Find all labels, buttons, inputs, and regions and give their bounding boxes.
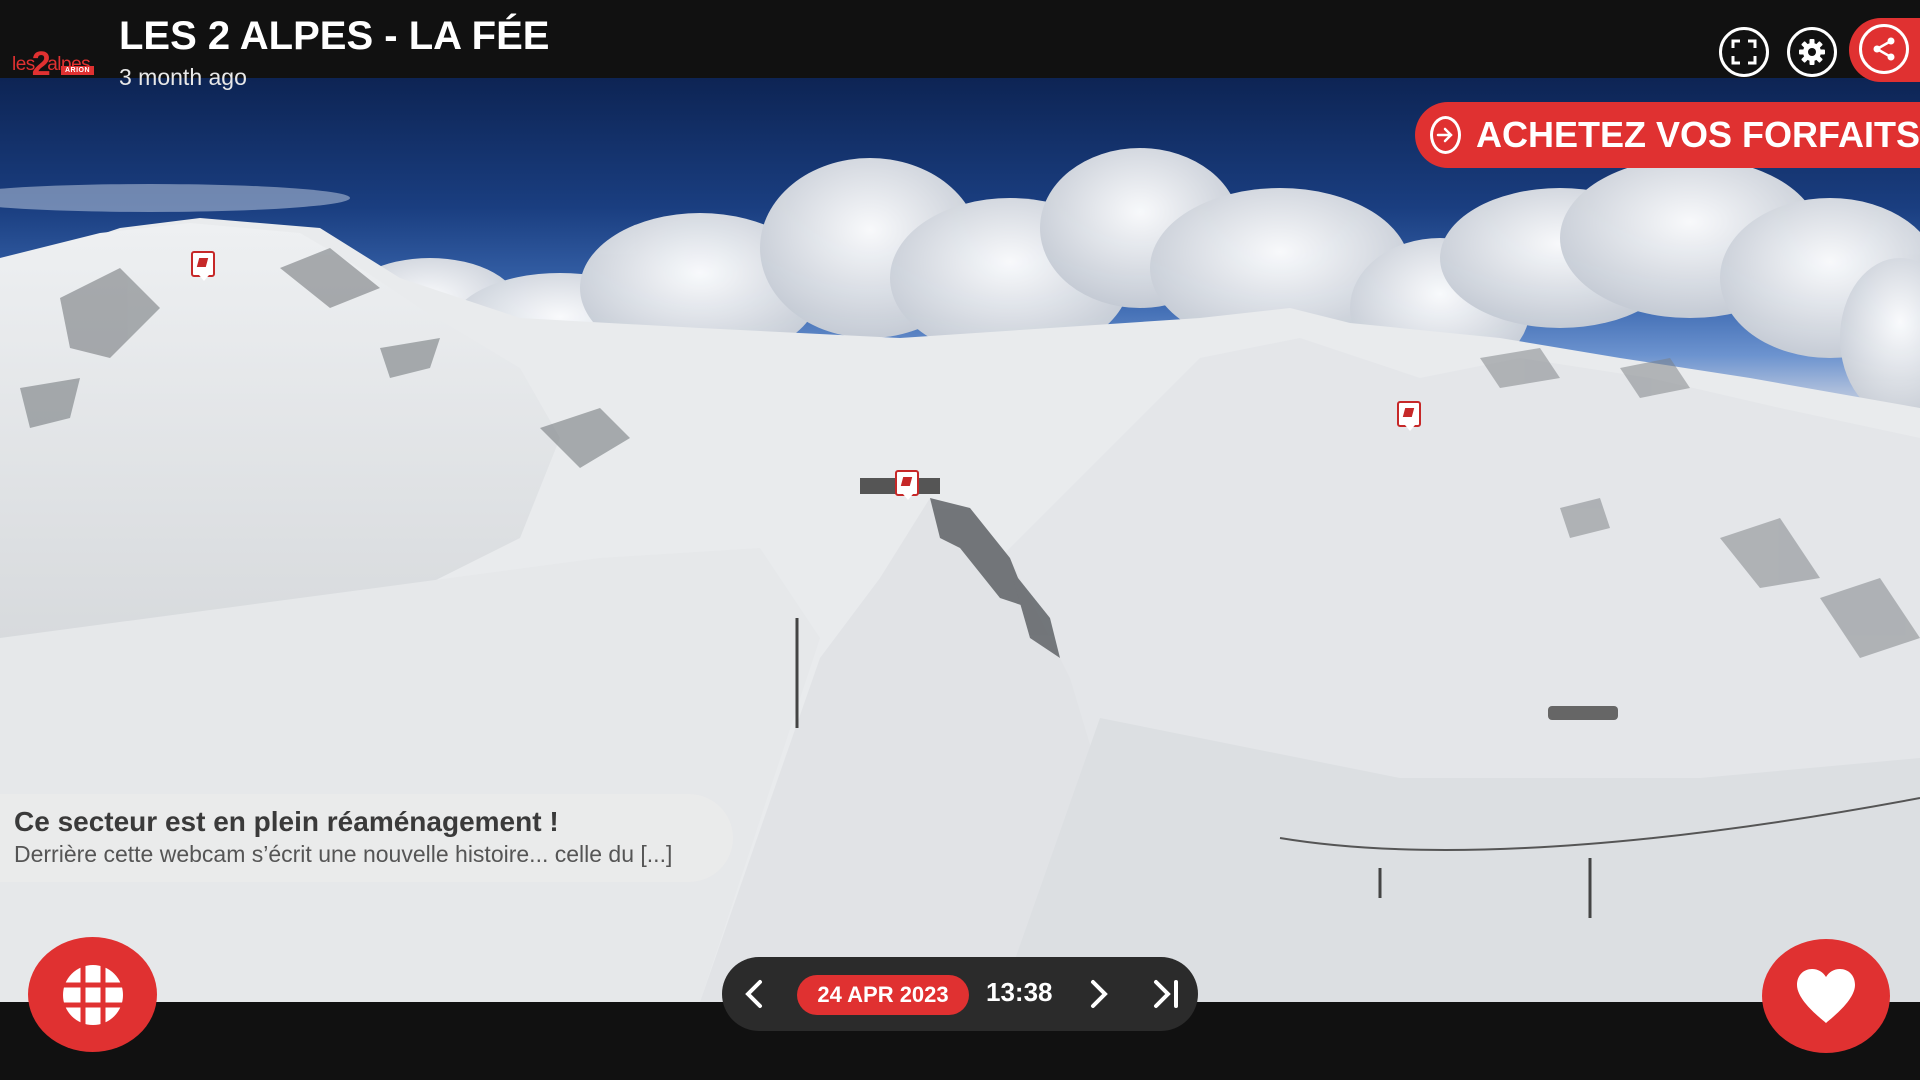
les2alpes-logo[interactable]: les2alpes ARION bbox=[12, 40, 95, 83]
chevron-left-icon bbox=[745, 980, 762, 1008]
latest-button[interactable] bbox=[1142, 970, 1190, 1018]
share-icon bbox=[1873, 37, 1895, 61]
page-title: LES 2 ALPES - LA FÉE bbox=[119, 14, 550, 58]
buy-ski-pass-button[interactable]: ACHETEZ VOS FORFAITS bbox=[1415, 102, 1920, 168]
top-bar: les2alpes ARION LES 2 ALPES - LA FÉE 3 m… bbox=[0, 0, 1920, 90]
time-label[interactable]: 13:38 bbox=[986, 977, 1053, 1008]
heart-icon bbox=[1797, 969, 1855, 1023]
next-button[interactable] bbox=[1075, 970, 1123, 1018]
skip-to-latest-icon bbox=[1154, 980, 1178, 1008]
chevron-right-icon bbox=[1091, 980, 1108, 1008]
info-text: Derrière cette webcam s’écrit une nouvel… bbox=[14, 841, 673, 867]
cta-label: ACHETEZ VOS FORFAITS bbox=[1475, 114, 1920, 155]
webcam-marker[interactable] bbox=[1397, 401, 1421, 431]
share-button[interactable] bbox=[1849, 18, 1920, 82]
info-card[interactable]: Ce secteur est en plein réaménagement ! … bbox=[0, 794, 733, 882]
settings-button[interactable] bbox=[1787, 27, 1837, 77]
arrow-right-circle-icon bbox=[1437, 127, 1454, 143]
time-ago-label: 3 month ago bbox=[119, 64, 247, 90]
fullscreen-button[interactable] bbox=[1719, 27, 1769, 77]
webcam-marker[interactable] bbox=[191, 251, 215, 281]
date-selector[interactable]: 24 APR 2023 bbox=[797, 975, 969, 1015]
webcam-marker[interactable] bbox=[895, 470, 919, 500]
favorite-button[interactable] bbox=[1762, 939, 1890, 1053]
timeline-bar: 24 APR 2023 13:38 bbox=[722, 957, 1198, 1031]
gear-icon bbox=[1799, 39, 1825, 65]
info-title: Ce secteur est en plein réaménagement ! bbox=[14, 806, 559, 837]
previous-button[interactable] bbox=[730, 970, 778, 1018]
webcam-grid-button[interactable] bbox=[28, 937, 157, 1052]
grid-icon bbox=[62, 964, 123, 1025]
fullscreen-icon bbox=[1731, 39, 1757, 65]
